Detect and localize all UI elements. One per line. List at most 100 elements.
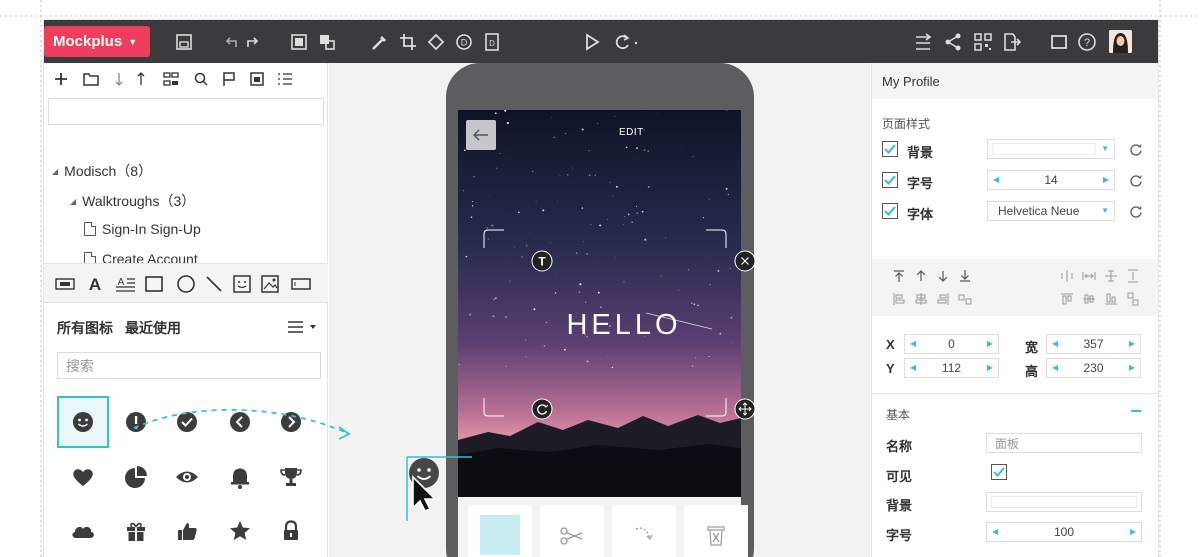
group-icon[interactable] <box>288 31 310 53</box>
increment-arrow-icon[interactable]: ▶ <box>987 339 993 348</box>
page-search-input[interactable] <box>48 98 324 125</box>
redo-icon[interactable] <box>242 31 264 53</box>
input-component-icon[interactable] <box>290 274 312 294</box>
paragraph-component-icon[interactable]: A <box>114 274 136 294</box>
gift-icon[interactable] <box>121 516 151 546</box>
increment-arrow-icon[interactable]: ▶ <box>987 363 993 372</box>
v-distribute-icon[interactable] <box>1104 269 1118 283</box>
page-icon[interactable]: D <box>481 31 503 53</box>
h-spacing-icon[interactable] <box>1082 269 1096 283</box>
qr-code-icon[interactable] <box>972 31 994 53</box>
icon-menu-button[interactable] <box>286 317 326 337</box>
ungroup-icon[interactable] <box>316 31 338 53</box>
export-icon[interactable] <box>1000 31 1022 53</box>
design-canvas[interactable]: EDIT T HELLO <box>133 63 870 557</box>
lock-icon[interactable] <box>276 516 306 546</box>
increment-arrow-icon[interactable]: ▶ <box>1129 339 1135 348</box>
expand-triangle-icon[interactable]: ◢ <box>70 197 76 206</box>
bg-color-field[interactable] <box>986 492 1142 512</box>
background-color-dropdown[interactable]: ▼ <box>987 139 1115 159</box>
trophy-icon[interactable] <box>276 462 306 492</box>
move-up-icon[interactable] <box>132 70 150 88</box>
add-icon[interactable] <box>52 70 70 88</box>
font-size-stepper[interactable]: ◀ 14 ▶ <box>987 170 1115 190</box>
h-distribute-icon[interactable] <box>1060 269 1074 283</box>
color-swatch-card[interactable] <box>468 505 532 557</box>
page-preview-icon[interactable] <box>248 70 266 88</box>
cloud-icon[interactable] <box>68 516 98 546</box>
text-tool-icon[interactable]: T <box>531 250 553 272</box>
delete-tool-card[interactable] <box>684 505 748 557</box>
decrement-arrow-icon[interactable]: ◀ <box>1052 363 1058 372</box>
tab-recent-icons[interactable]: 最近使用 <box>125 318 181 338</box>
cut-tool-card[interactable] <box>540 505 604 557</box>
line-component-icon[interactable] <box>204 274 224 294</box>
bring-forward-icon[interactable] <box>914 269 928 283</box>
sync-icon[interactable] <box>610 31 640 53</box>
expand-triangle-icon[interactable]: ◢ <box>52 167 58 176</box>
x-stepper[interactable]: ◀ 0 ▶ <box>904 334 999 354</box>
width-stepper[interactable]: ◀ 357 ▶ <box>1046 334 1141 354</box>
smile-icon[interactable] <box>68 407 98 437</box>
tree-folder-modisch[interactable]: ◢ Modisch（8） <box>52 161 152 181</box>
decrement-arrow-icon[interactable]: ◀ <box>992 527 998 536</box>
reset-icon[interactable] <box>1129 204 1143 218</box>
button-component-icon[interactable] <box>54 274 76 294</box>
tab-all-icons[interactable]: 所有图标 <box>57 318 113 338</box>
visible-checkbox[interactable] <box>991 464 1007 480</box>
align-top-icon[interactable] <box>1060 292 1074 306</box>
circle-component-icon[interactable] <box>176 274 196 294</box>
save-icon[interactable] <box>173 31 195 53</box>
fullscreen-icon[interactable] <box>1048 31 1070 53</box>
path-tool-card[interactable] <box>612 505 676 557</box>
crop-icon[interactable] <box>397 31 419 53</box>
interaction-icon[interactable] <box>912 31 934 53</box>
share-icon[interactable] <box>942 31 964 53</box>
star-icon[interactable] <box>225 516 255 546</box>
decrement-arrow-icon[interactable]: ◀ <box>910 363 916 372</box>
folder-icon[interactable] <box>82 70 100 88</box>
image-component-icon[interactable] <box>260 274 280 294</box>
bell-icon[interactable] <box>225 462 255 492</box>
help-icon[interactable]: ? <box>1076 31 1098 53</box>
name-input[interactable]: 面板 <box>986 433 1142 453</box>
eye-icon[interactable] <box>172 462 202 492</box>
reset-icon[interactable] <box>1129 142 1143 156</box>
send-backward-icon[interactable] <box>936 269 950 283</box>
shape-icon[interactable] <box>425 31 447 53</box>
rectangle-component-icon[interactable] <box>144 274 164 294</box>
icon-component-icon[interactable] <box>232 274 252 294</box>
thumbs-up-icon[interactable] <box>172 516 202 546</box>
tree-folder-walkthroughs[interactable]: ◢ Walktroughs（3） <box>70 191 195 211</box>
close-icon[interactable] <box>734 250 756 272</box>
search-icon[interactable] <box>192 70 210 88</box>
increment-arrow-icon[interactable]: ▶ <box>1130 527 1136 536</box>
decrement-arrow-icon[interactable]: ◀ <box>910 339 916 348</box>
y-stepper[interactable]: ◀ 112 ▶ <box>904 358 999 378</box>
tree-page-sign-in[interactable]: Sign-In Sign-Up <box>84 221 201 237</box>
icon-search-input[interactable]: 搜索 <box>57 352 321 379</box>
tree-structure-icon[interactable] <box>162 70 180 88</box>
move-icon[interactable] <box>734 398 756 420</box>
magic-wand-icon[interactable] <box>369 31 391 53</box>
list-icon[interactable] <box>276 70 294 88</box>
v-spacing-icon[interactable] <box>1126 269 1140 283</box>
font-family-dropdown[interactable]: Helvetica Neue ▼ <box>987 201 1115 221</box>
rotate-icon[interactable] <box>531 398 553 420</box>
font-size-checkbox[interactable] <box>882 172 898 188</box>
bring-to-front-icon[interactable] <box>892 269 906 283</box>
collapse-section-icon[interactable] <box>1131 410 1141 412</box>
reset-icon[interactable] <box>1129 173 1143 187</box>
text-component-icon[interactable]: A <box>86 274 104 294</box>
align-bottom-icon[interactable] <box>1104 292 1118 306</box>
move-down-icon[interactable] <box>110 70 128 88</box>
d-badge-icon[interactable]: D <box>453 31 475 53</box>
align-center-icon[interactable] <box>914 292 928 306</box>
increment-arrow-icon[interactable]: ▶ <box>1103 175 1109 184</box>
font-size-stepper-basic[interactable]: ◀ 100 ▶ <box>986 522 1142 542</box>
decrement-arrow-icon[interactable]: ◀ <box>993 175 999 184</box>
align-right-icon[interactable] <box>936 292 950 306</box>
flag-icon[interactable] <box>220 70 238 88</box>
background-checkbox[interactable] <box>882 141 898 157</box>
brand-menu-button[interactable]: Mockplus ▼ <box>44 26 150 57</box>
